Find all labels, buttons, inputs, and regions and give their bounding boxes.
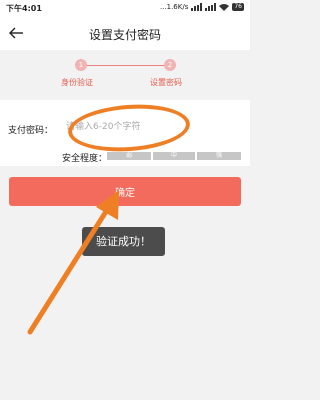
annotation-arrow-icon [27, 190, 119, 335]
